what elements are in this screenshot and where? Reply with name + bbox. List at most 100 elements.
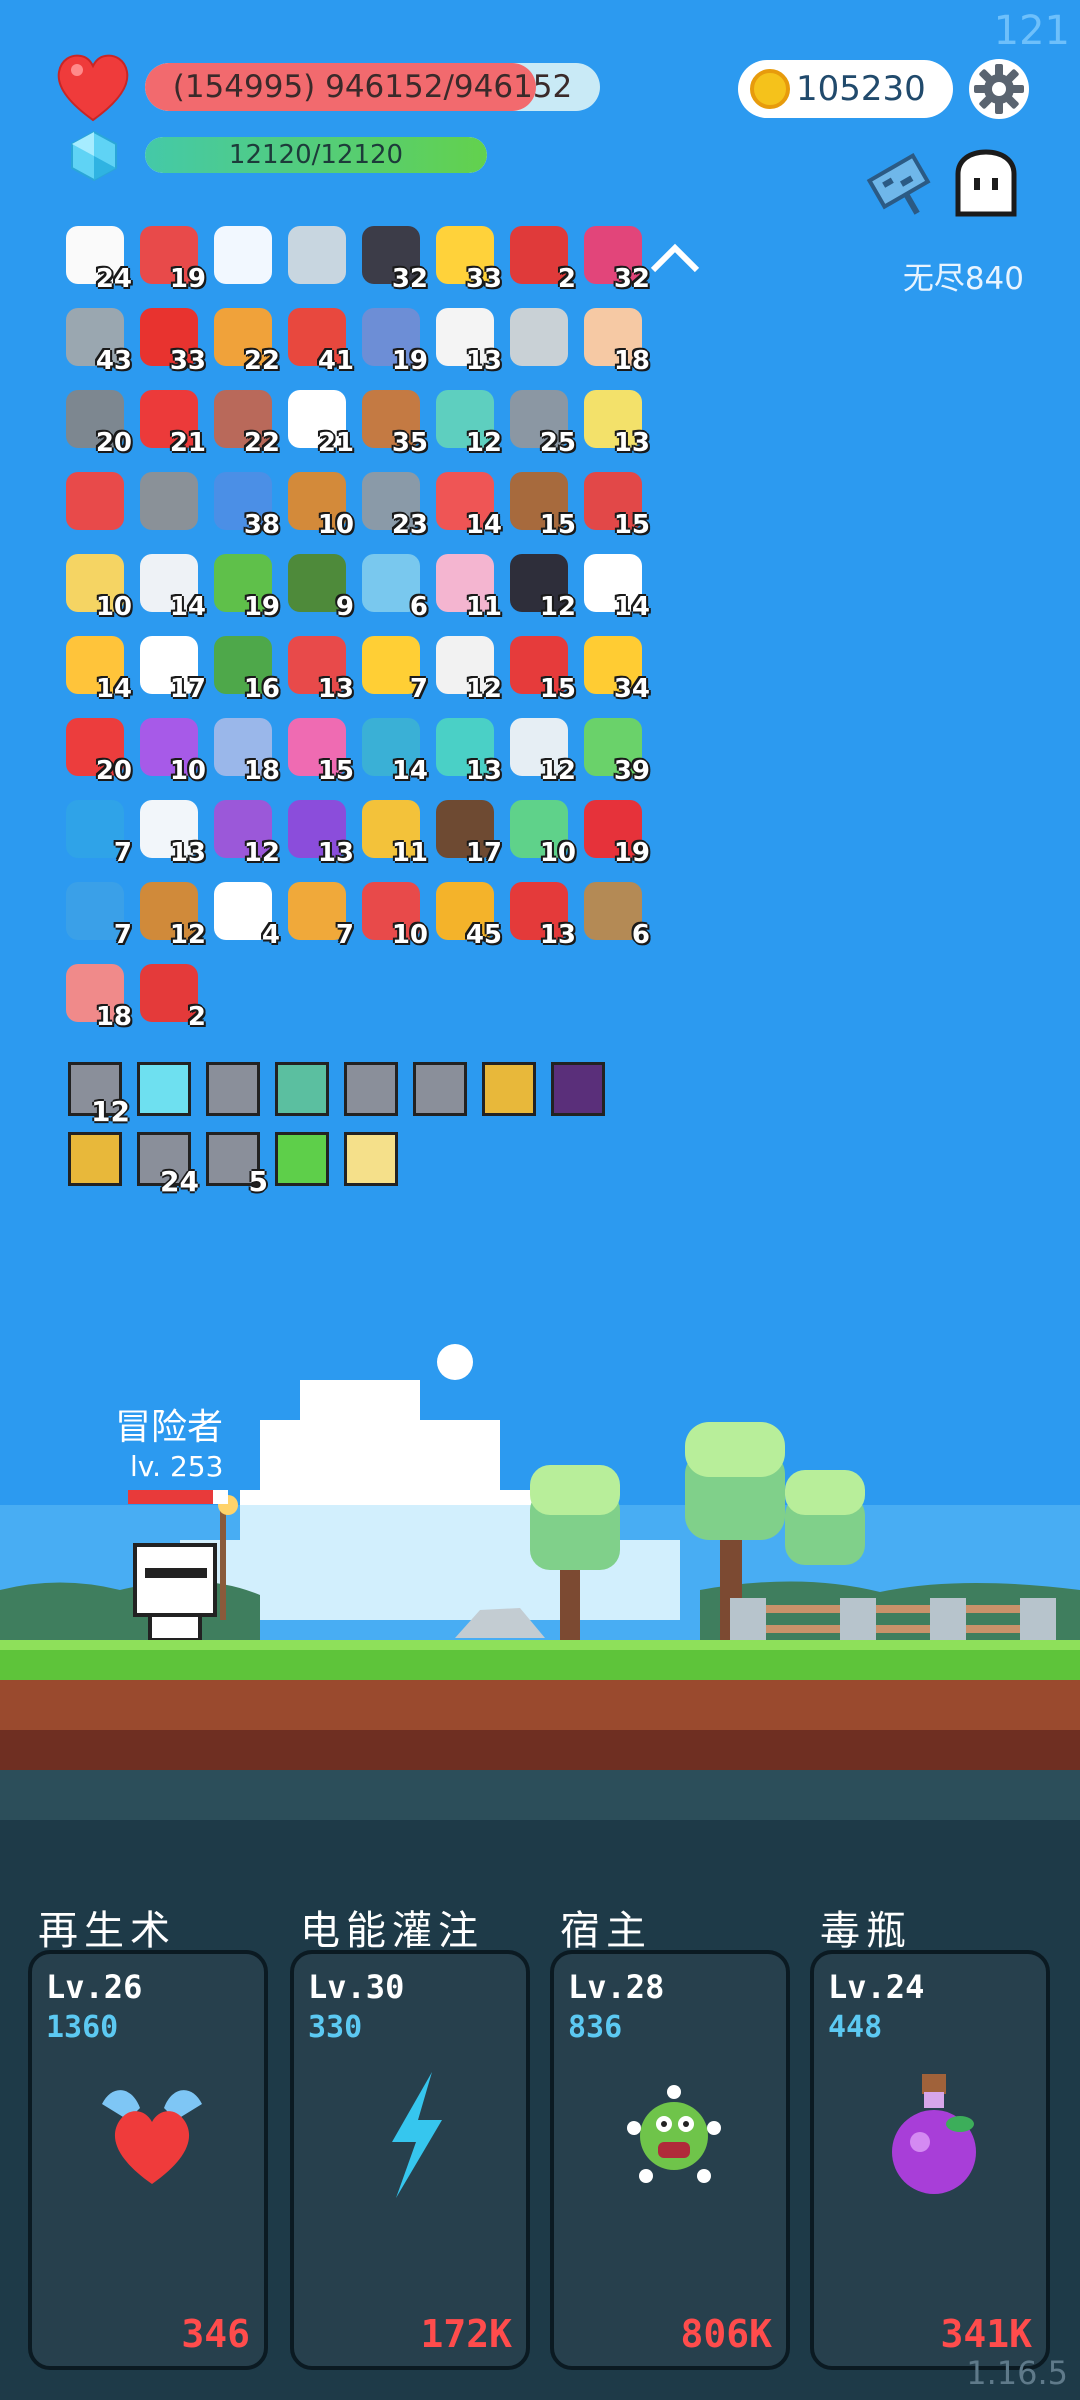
inventory-item[interactable]: 10 <box>282 464 356 546</box>
relic-item[interactable]: 5 <box>204 1130 268 1198</box>
inventory-item[interactable]: 15 <box>282 710 356 792</box>
inventory-item[interactable]: 14 <box>134 546 208 628</box>
inventory-item[interactable] <box>208 218 282 300</box>
inventory-item[interactable]: 11 <box>430 546 504 628</box>
inventory-item[interactable]: 22 <box>208 300 282 382</box>
inventory-item[interactable]: 6 <box>356 546 430 628</box>
inventory-item[interactable]: 12 <box>504 546 578 628</box>
inventory-item[interactable]: 19 <box>208 546 282 628</box>
skill-card[interactable]: Lv.30 330 172K <box>290 1950 530 2370</box>
inventory-item[interactable] <box>134 464 208 546</box>
inventory-item[interactable]: 13 <box>134 792 208 874</box>
relic-item[interactable] <box>273 1130 333 1190</box>
skill-card[interactable]: Lv.28 836 806K <box>550 1950 790 2370</box>
skill-card[interactable]: Lv.26 1360 346 <box>28 1950 268 2370</box>
inventory-item[interactable]: 14 <box>578 546 652 628</box>
inventory-item[interactable]: 12 <box>430 628 504 710</box>
inventory-item[interactable]: 12 <box>504 710 578 792</box>
inventory-item[interactable]: 7 <box>60 792 134 874</box>
ghost-icon[interactable] <box>950 148 1022 220</box>
relic-item[interactable] <box>342 1130 402 1190</box>
relic-item[interactable] <box>411 1060 471 1120</box>
inventory-item[interactable]: 34 <box>578 628 652 710</box>
inventory-item[interactable]: 9 <box>282 546 356 628</box>
inventory-item[interactable]: 20 <box>60 382 134 464</box>
skill-slot-host[interactable]: 宿主 Lv.28 836 806K <box>550 1908 790 2370</box>
inventory-item[interactable]: 2 <box>134 956 208 1038</box>
relic-item[interactable] <box>480 1060 540 1120</box>
inventory-item[interactable]: 15 <box>504 628 578 710</box>
inventory-item[interactable]: 16 <box>208 628 282 710</box>
inventory-item[interactable]: 33 <box>430 218 504 300</box>
inventory-item[interactable]: 11 <box>356 792 430 874</box>
inventory-item[interactable]: 17 <box>430 792 504 874</box>
inventory-item[interactable]: 10 <box>60 546 134 628</box>
inventory-item[interactable]: 35 <box>356 382 430 464</box>
inventory-item[interactable]: 18 <box>208 710 282 792</box>
inventory-item[interactable] <box>282 218 356 300</box>
gear-icon[interactable] <box>968 58 1030 120</box>
inventory-item[interactable]: 23 <box>356 464 430 546</box>
inventory-item[interactable]: 43 <box>60 300 134 382</box>
relic-item[interactable] <box>342 1060 402 1120</box>
inventory-item[interactable]: 38 <box>208 464 282 546</box>
inventory-item[interactable]: 10 <box>356 874 430 956</box>
inventory-item[interactable]: 13 <box>430 300 504 382</box>
inventory-item[interactable]: 12 <box>430 382 504 464</box>
inventory-item[interactable]: 13 <box>282 792 356 874</box>
relic-item[interactable] <box>549 1060 609 1120</box>
inventory-item[interactable]: 13 <box>430 710 504 792</box>
inventory-item[interactable]: 13 <box>282 628 356 710</box>
skill-slot-electric-infusion[interactable]: 电能灌注 Lv.30 330 172K <box>290 1908 530 2370</box>
inventory-item[interactable]: 18 <box>60 956 134 1038</box>
skill-card[interactable]: Lv.24 448 341K <box>810 1950 1050 2370</box>
inventory-item[interactable]: 6 <box>578 874 652 956</box>
inventory-item[interactable]: 21 <box>134 382 208 464</box>
inventory-item[interactable]: 22 <box>208 382 282 464</box>
inventory-item[interactable]: 13 <box>504 874 578 956</box>
inventory-item[interactable]: 15 <box>578 464 652 546</box>
gold-display[interactable]: 105230 <box>738 60 953 118</box>
inventory-item[interactable] <box>504 300 578 382</box>
inventory-item[interactable]: 39 <box>578 710 652 792</box>
inventory-item[interactable]: 10 <box>504 792 578 874</box>
inventory-item[interactable]: 18 <box>578 300 652 382</box>
relic-item[interactable] <box>204 1060 264 1120</box>
skill-slot-poison-bottle[interactable]: 毒瓶 Lv.24 448 341K <box>810 1908 1050 2370</box>
inventory-item[interactable]: 33 <box>134 300 208 382</box>
relic-item[interactable] <box>135 1060 195 1120</box>
inventory-item[interactable]: 45 <box>430 874 504 956</box>
inventory-item[interactable]: 24 <box>60 218 134 300</box>
skill-slot-regeneration[interactable]: 再生术 Lv.26 1360 346 <box>28 1908 268 2370</box>
inventory-item[interactable]: 41 <box>282 300 356 382</box>
inventory-item[interactable]: 12 <box>134 874 208 956</box>
inventory-item[interactable]: 4 <box>208 874 282 956</box>
inventory-item[interactable]: 7 <box>356 628 430 710</box>
inventory-item[interactable]: 19 <box>356 300 430 382</box>
inventory-item[interactable]: 14 <box>430 464 504 546</box>
relic-item[interactable] <box>66 1130 126 1190</box>
map-flag-icon[interactable] <box>862 145 942 225</box>
inventory-item[interactable]: 21 <box>282 382 356 464</box>
inventory-item[interactable]: 14 <box>60 628 134 710</box>
inventory-item[interactable]: 20 <box>60 710 134 792</box>
inventory-item[interactable]: 19 <box>578 792 652 874</box>
relic-item[interactable] <box>273 1060 333 1120</box>
inventory-item[interactable]: 32 <box>356 218 430 300</box>
inventory-item[interactable]: 7 <box>282 874 356 956</box>
inventory-item[interactable]: 17 <box>134 628 208 710</box>
inventory-item[interactable]: 14 <box>356 710 430 792</box>
relic-item[interactable]: 12 <box>66 1060 130 1128</box>
inventory-item[interactable]: 25 <box>504 382 578 464</box>
inventory-item[interactable]: 2 <box>504 218 578 300</box>
inventory-item[interactable]: 10 <box>134 710 208 792</box>
inventory-item[interactable]: 19 <box>134 218 208 300</box>
inventory-item[interactable]: 7 <box>60 874 134 956</box>
inventory-item[interactable]: 13 <box>578 382 652 464</box>
inventory-item[interactable]: 12 <box>208 792 282 874</box>
inventory-item[interactable] <box>60 464 134 546</box>
relic-item[interactable]: 24 <box>135 1130 199 1198</box>
inventory-item[interactable]: 32 <box>578 218 652 300</box>
inventory-item[interactable]: 15 <box>504 464 578 546</box>
chevron-up-icon[interactable] <box>645 238 705 278</box>
